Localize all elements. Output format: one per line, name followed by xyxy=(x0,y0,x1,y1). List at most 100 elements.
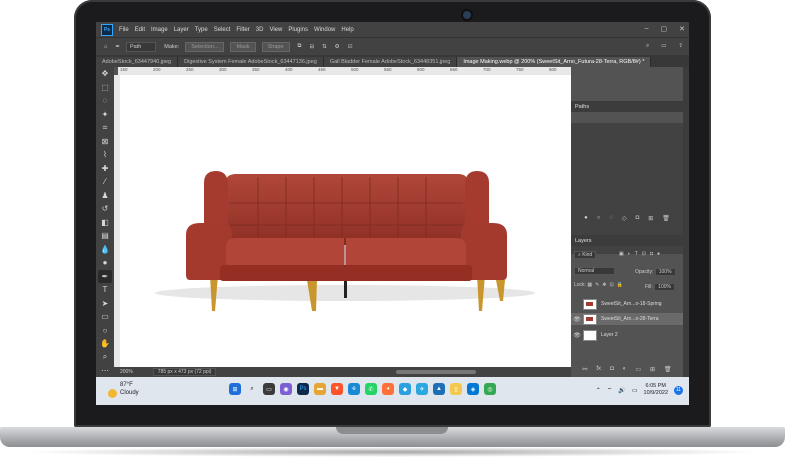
frame-tool-icon[interactable]: ⊠ xyxy=(98,135,112,149)
path-arrangement-icon[interactable]: ⇅ xyxy=(322,44,327,50)
tab-doc-2[interactable]: Digestive System Female AdobeStock_63447… xyxy=(178,57,324,67)
delete-path-icon[interactable]: 🗑 xyxy=(662,215,670,222)
selection-button[interactable]: Selection... xyxy=(185,41,225,52)
rectangle-tool-icon[interactable]: ▭ xyxy=(98,310,112,324)
lasso-tool-icon[interactable]: ◌ xyxy=(98,94,112,108)
crop-tool-icon[interactable]: ⌗ xyxy=(98,121,112,135)
start-icon[interactable]: ⊞ xyxy=(229,383,241,395)
menu-type[interactable]: Type xyxy=(195,27,208,33)
add-mask-icon[interactable]: ◘ xyxy=(610,366,614,372)
more-tools-icon[interactable]: ⋯ xyxy=(98,364,112,378)
magic-wand-tool-icon[interactable]: ✦ xyxy=(98,108,112,122)
layer-filter-icons[interactable]: ▣◐T⊡◘● xyxy=(619,251,664,257)
volume-icon[interactable]: 🔊 xyxy=(618,387,625,394)
layers-panel-title[interactable]: Layers xyxy=(575,238,592,244)
link-layers-icon[interactable]: ⚯ xyxy=(582,366,587,373)
paths-panel-title[interactable]: Paths xyxy=(575,104,589,110)
menu-image[interactable]: Image xyxy=(151,27,168,33)
dodge-tool-icon[interactable]: ● xyxy=(98,256,112,270)
new-layer-icon[interactable]: ⊞ xyxy=(650,366,655,373)
workspace-icon[interactable]: ▭ xyxy=(661,43,666,50)
shape-button[interactable]: Shape xyxy=(261,41,290,52)
mask-button[interactable]: Mask xyxy=(230,41,256,52)
zoom-level[interactable]: 200% xyxy=(120,369,133,375)
new-path-icon[interactable]: ⊞ xyxy=(648,215,653,222)
make-path-icon[interactable]: ◇ xyxy=(622,215,627,222)
panel-scrollbar[interactable] xyxy=(683,67,689,377)
home-icon[interactable]: ⌂ xyxy=(104,44,107,50)
hand-tool-icon[interactable]: ✋ xyxy=(98,337,112,351)
adjustment-layer-icon[interactable]: ◐ xyxy=(623,366,627,372)
brave-browser-icon[interactable]: ▼ xyxy=(331,383,343,395)
zoom-tool-icon[interactable]: ⌕ xyxy=(98,351,112,365)
healing-tool-icon[interactable]: ✚ xyxy=(98,162,112,176)
photos-app-icon[interactable]: ▲ xyxy=(433,383,445,395)
gear-icon[interactable]: ⚙ xyxy=(335,44,340,50)
app-icon[interactable]: ◆ xyxy=(399,383,411,395)
whatsapp-icon[interactable]: ✆ xyxy=(365,383,377,395)
history-brush-tool-icon[interactable]: ↺ xyxy=(98,202,112,216)
menu-file[interactable]: File xyxy=(119,27,129,33)
type-tool-icon[interactable]: T xyxy=(98,283,112,297)
menu-filter[interactable]: Filter xyxy=(236,27,249,33)
tab-doc-active[interactable]: Image Making.webp @ 200% (SweetSit_Arno_… xyxy=(457,57,652,67)
app-icon[interactable]: ◈ xyxy=(467,383,479,395)
pen-tool-icon[interactable]: ✒ xyxy=(115,44,120,50)
document-canvas[interactable] xyxy=(120,75,571,367)
eraser-tool-icon[interactable]: ◧ xyxy=(98,216,112,230)
chrome-icon[interactable]: ◎ xyxy=(484,383,496,395)
chevron-up-icon[interactable]: ⌃ xyxy=(596,387,601,394)
search-icon[interactable]: ⌕ xyxy=(646,43,649,50)
layer-style-icon[interactable]: fx xyxy=(596,366,601,372)
task-view-icon[interactable]: ▭ xyxy=(263,383,275,395)
file-app-icon[interactable]: ▯ xyxy=(450,383,462,395)
tab-doc-3[interactable]: Gall Bladder Female AdobeStock_63448351.… xyxy=(323,57,458,67)
brush-tool-icon[interactable]: ⁄ xyxy=(98,175,112,189)
horizontal-scrollbar[interactable] xyxy=(396,370,476,374)
move-tool-icon[interactable]: ✥ xyxy=(98,67,112,81)
path-operations-icon[interactable]: ⧉ xyxy=(298,43,302,50)
wifi-icon[interactable]: ⌔ xyxy=(607,386,613,394)
menu-plugins[interactable]: Plugins xyxy=(288,27,308,33)
maximize-icon[interactable]: ▢ xyxy=(661,25,668,33)
close-icon[interactable]: ✕ xyxy=(679,25,685,33)
group-icon[interactable]: ▭ xyxy=(635,366,641,373)
photoshop-app-icon[interactable]: Ps xyxy=(297,383,309,395)
ellipse-tool-icon[interactable]: ○ xyxy=(98,324,112,338)
add-mask-icon[interactable]: ◘ xyxy=(636,215,640,221)
fill-path-icon[interactable]: ● xyxy=(584,215,588,221)
notification-badge[interactable]: 11 xyxy=(674,385,683,395)
tab-doc-1[interactable]: AdobeStock_63447940.jpeg xyxy=(96,57,179,67)
search-icon[interactable]: ⌕ xyxy=(246,383,258,395)
menu-help[interactable]: Help xyxy=(341,27,353,33)
layer-row-selected[interactable]: 👁 SweetSit_Arn...o-28-Terra xyxy=(571,313,683,325)
mode-select[interactable]: Path xyxy=(125,41,157,52)
stroke-path-icon[interactable]: ○ xyxy=(597,215,601,221)
document-dimensions[interactable]: 785 px x 473 px (72 ppi) xyxy=(152,368,217,376)
blend-mode-select[interactable]: Normal xyxy=(574,267,616,275)
path-alignment-icon[interactable]: ⊟ xyxy=(309,44,314,50)
menu-view[interactable]: View xyxy=(269,27,282,33)
pen-tool-active-icon[interactable]: ✒ xyxy=(98,269,112,283)
clock[interactable]: 6:05 PM 10/9/2022 xyxy=(644,383,668,397)
opacity-value[interactable]: 100% xyxy=(654,268,676,276)
menu-edit[interactable]: Edit xyxy=(135,27,145,33)
firefox-icon[interactable]: ◕ xyxy=(382,383,394,395)
delete-layer-icon[interactable]: 🗑 xyxy=(664,366,672,373)
fill-control[interactable]: Fill: 100% xyxy=(645,283,675,291)
blur-tool-icon[interactable]: 💧 xyxy=(98,243,112,257)
path-selection-tool-icon[interactable]: ➤ xyxy=(98,297,112,311)
photoshop-logo-icon[interactable]: Ps xyxy=(101,23,113,36)
battery-icon[interactable]: ▭ xyxy=(632,387,638,394)
menu-select[interactable]: Select xyxy=(214,27,231,33)
eye-icon[interactable]: 👁 xyxy=(571,332,583,339)
menu-window[interactable]: Window xyxy=(314,27,335,33)
auto-add-delete-icon[interactable]: ☑ xyxy=(348,44,353,50)
gradient-tool-icon[interactable]: ▤ xyxy=(98,229,112,243)
fill-value[interactable]: 100% xyxy=(654,283,675,291)
menu-layer[interactable]: Layer xyxy=(174,27,189,33)
layer-row[interactable]: SweetSit_Arn...o-18-Spring xyxy=(571,298,683,310)
marquee-tool-icon[interactable]: ⬚ xyxy=(98,81,112,95)
stamp-tool-icon[interactable]: ♟ xyxy=(98,189,112,203)
eye-icon[interactable]: 👁 xyxy=(571,316,583,323)
